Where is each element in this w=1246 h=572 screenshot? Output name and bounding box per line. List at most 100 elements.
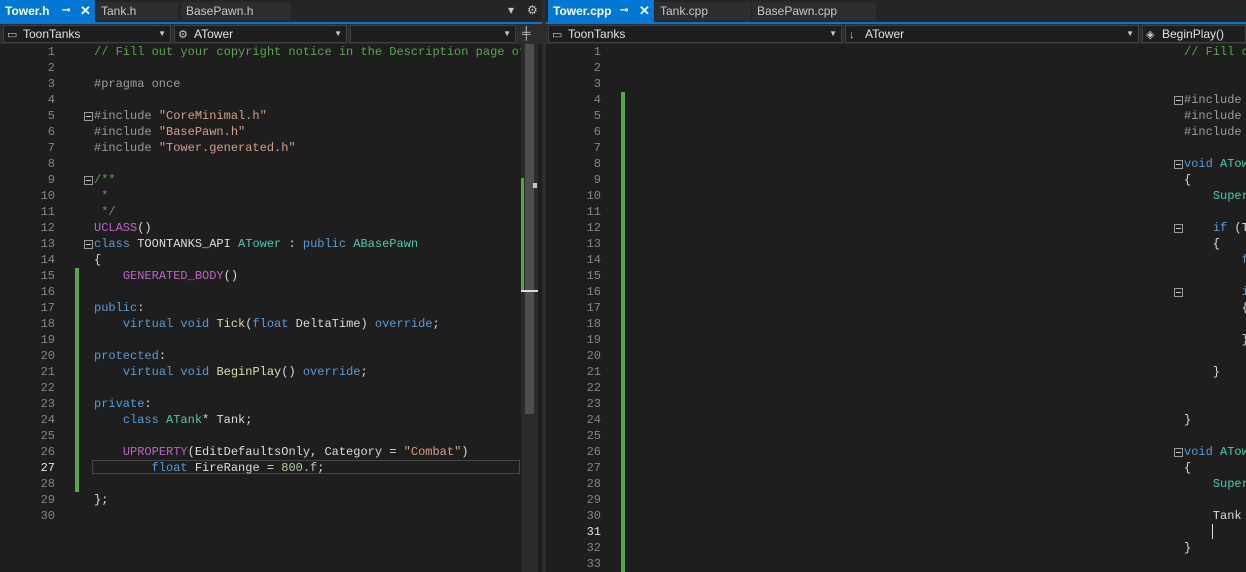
code-text: class TOONTANKS_API ATower : public ABas… bbox=[94, 237, 419, 251]
pin-icon[interactable]: ⊸ bbox=[620, 0, 628, 22]
code-line[interactable]: 1 // Fill out your copyright notice in th… bbox=[546, 44, 1246, 60]
code-line[interactable]: 30 Tank = Cast<ATank>(UGameplayStatics::… bbox=[546, 508, 1246, 524]
collapse-icon[interactable] bbox=[84, 176, 93, 185]
code-line[interactable]: 25 bbox=[0, 428, 542, 444]
code-line[interactable]: 27 float FireRange = 800.f; bbox=[0, 460, 542, 476]
close-icon[interactable]: ✕ bbox=[80, 0, 91, 22]
code-line[interactable]: 15 bbox=[546, 268, 1246, 284]
tab-tank-cpp[interactable]: Tank.cpp bbox=[655, 2, 751, 21]
code-line[interactable]: 21 } bbox=[546, 364, 1246, 380]
code-line[interactable]: 10 * bbox=[0, 188, 542, 204]
code-line[interactable]: 20 bbox=[546, 348, 1246, 364]
code-line[interactable]: 28 bbox=[0, 476, 542, 492]
line-number: 28 bbox=[586, 477, 601, 491]
code-line[interactable]: 22 bbox=[546, 380, 1246, 396]
code-line[interactable]: 4 #include "Tower.h" bbox=[546, 92, 1246, 108]
code-line[interactable]: 16 bbox=[0, 284, 542, 300]
code-line[interactable]: 17 { bbox=[546, 300, 1246, 316]
code-line[interactable]: 25 bbox=[546, 428, 1246, 444]
code-line[interactable]: 24} bbox=[546, 412, 1246, 428]
tab-basepawn-cpp[interactable]: BasePawn.cpp bbox=[752, 2, 876, 21]
code-line[interactable]: 24 class ATank* Tank; bbox=[0, 412, 542, 428]
code-line[interactable]: 6 #include "Kismet/GameplayStatics.h" bbox=[546, 124, 1246, 140]
code-line[interactable]: 19 } bbox=[546, 332, 1246, 348]
code-line[interactable]: 6 #include "BasePawn.h" bbox=[0, 124, 542, 140]
code-line[interactable]: 20 protected: bbox=[0, 348, 542, 364]
code-line[interactable]: 32} bbox=[546, 540, 1246, 556]
project-dropdown[interactable]: ▭ ToonTanks ▼ bbox=[3, 25, 171, 43]
code-line[interactable]: 9 /** bbox=[0, 172, 542, 188]
code-line[interactable]: 2 bbox=[0, 60, 542, 76]
scrollbar-thumb[interactable] bbox=[525, 44, 534, 414]
code-line[interactable]: 11 */ bbox=[0, 204, 542, 220]
code-line[interactable]: 4 bbox=[0, 92, 542, 108]
code-line[interactable]: 19 bbox=[0, 332, 542, 348]
code-line[interactable]: 9{ bbox=[546, 172, 1246, 188]
left-code-editor[interactable]: 1 // Fill out your copyright notice in th… bbox=[0, 44, 542, 572]
right-code-editor[interactable]: 1 // Fill out your copyright notice in th… bbox=[546, 44, 1246, 572]
code-line[interactable]: 23 bbox=[546, 396, 1246, 412]
collapse-icon[interactable] bbox=[1174, 448, 1183, 457]
code-line[interactable]: 14 float Distance = FVector::Dist(GetAct… bbox=[546, 252, 1246, 268]
scope-dropdown[interactable]: ⚙ ATower ▼ bbox=[174, 25, 347, 43]
code-line[interactable]: 27 { bbox=[546, 460, 1246, 476]
code-line[interactable]: 18 virtual void Tick(float DeltaTime) ov… bbox=[0, 316, 542, 332]
code-line[interactable]: 7 bbox=[546, 140, 1246, 156]
code-line[interactable]: 23 private: bbox=[0, 396, 542, 412]
member-dropdown[interactable]: ◈ BeginPlay() bbox=[1142, 25, 1246, 43]
tab-basepawn-h[interactable]: BasePawn.h bbox=[181, 2, 291, 21]
left-vertical-scrollbar[interactable] bbox=[521, 44, 538, 572]
code-line[interactable]: 13 class TOONTANKS_API ATower : public AB… bbox=[0, 236, 542, 252]
code-line[interactable]: 11 bbox=[546, 204, 1246, 220]
code-text: private: bbox=[94, 397, 152, 411]
code-line[interactable]: 31 bbox=[546, 524, 1246, 540]
code-line[interactable]: 29 bbox=[546, 492, 1246, 508]
scope-dropdown[interactable]: ↓ ATower ▼ bbox=[845, 25, 1139, 43]
code-line[interactable]: 26 UPROPERTY(EditDefaultsOnly, Category … bbox=[0, 444, 542, 460]
code-line[interactable]: 33 bbox=[546, 556, 1246, 572]
code-line[interactable]: 17 public: bbox=[0, 300, 542, 316]
line-number: 29 bbox=[586, 493, 601, 507]
collapse-icon[interactable] bbox=[1174, 160, 1183, 169]
collapse-icon[interactable] bbox=[84, 112, 93, 121]
code-line[interactable]: 5 #include "Tank.h" bbox=[546, 108, 1246, 124]
code-line[interactable]: 15 GENERATED_BODY() bbox=[0, 268, 542, 284]
close-icon[interactable]: ✕ bbox=[639, 0, 650, 22]
code-line[interactable]: 3 #pragma once bbox=[0, 76, 542, 92]
tab-tank-h[interactable]: Tank.h bbox=[96, 2, 178, 21]
code-line[interactable]: 21 virtual void BeginPlay() override; bbox=[0, 364, 542, 380]
line-number: 26 bbox=[40, 445, 55, 459]
code-line[interactable]: 13 { bbox=[546, 236, 1246, 252]
code-line[interactable]: 8 bbox=[0, 156, 542, 172]
code-line[interactable]: 22 bbox=[0, 380, 542, 396]
code-line[interactable]: 1 // Fill out your copyright notice in th… bbox=[0, 44, 542, 60]
code-line[interactable]: 2 bbox=[546, 60, 1246, 76]
code-line[interactable]: 29}; bbox=[0, 492, 542, 508]
code-line[interactable]: 8 void ATower::Tick(float DeltaTime) bbox=[546, 156, 1246, 172]
code-line[interactable]: 7 #include "Tower.generated.h" bbox=[0, 140, 542, 156]
code-line[interactable]: 18 RotateTurret(Tank->GetActorLocation()… bbox=[546, 316, 1246, 332]
code-line[interactable]: 16 if (Distance <= FireRange) bbox=[546, 284, 1246, 300]
code-line[interactable]: 5 #include "CoreMinimal.h" bbox=[0, 108, 542, 124]
code-line[interactable]: 3 bbox=[546, 76, 1246, 92]
left-tab-bar: Tower.h ⊸ ✕ Tank.h BasePawn.h ▾ ⚙ bbox=[0, 0, 542, 24]
pin-icon[interactable]: ⊸ bbox=[62, 0, 70, 22]
gear-icon[interactable]: ⚙ bbox=[527, 3, 538, 17]
code-line[interactable]: 28 Super::BeginPlay(); bbox=[546, 476, 1246, 492]
code-line[interactable]: 10 Super::Tick(DeltaTime); bbox=[546, 188, 1246, 204]
split-editor-icon[interactable]: ╪ bbox=[522, 26, 531, 40]
collapse-icon[interactable] bbox=[1174, 96, 1183, 105]
code-line[interactable]: 12 if (Tank) bbox=[546, 220, 1246, 236]
code-line[interactable]: 14 { bbox=[0, 252, 542, 268]
member-dropdown[interactable]: ▼ bbox=[350, 25, 516, 43]
code-line[interactable]: 12 UCLASS() bbox=[0, 220, 542, 236]
code-line[interactable]: 30 bbox=[0, 508, 542, 524]
collapse-icon[interactable] bbox=[1174, 288, 1183, 297]
collapse-icon[interactable] bbox=[84, 240, 93, 249]
tab-tower-h[interactable]: Tower.h ⊸ ✕ bbox=[0, 0, 95, 22]
code-line[interactable]: 26 void ATower::BeginPlay() bbox=[546, 444, 1246, 460]
tab-tower-cpp[interactable]: Tower.cpp ⊸ ✕ bbox=[548, 0, 654, 22]
project-dropdown[interactable]: ▭ ToonTanks ▼ bbox=[548, 25, 842, 43]
tab-dropdown-icon[interactable]: ▾ bbox=[508, 3, 514, 17]
collapse-icon[interactable] bbox=[1174, 224, 1183, 233]
